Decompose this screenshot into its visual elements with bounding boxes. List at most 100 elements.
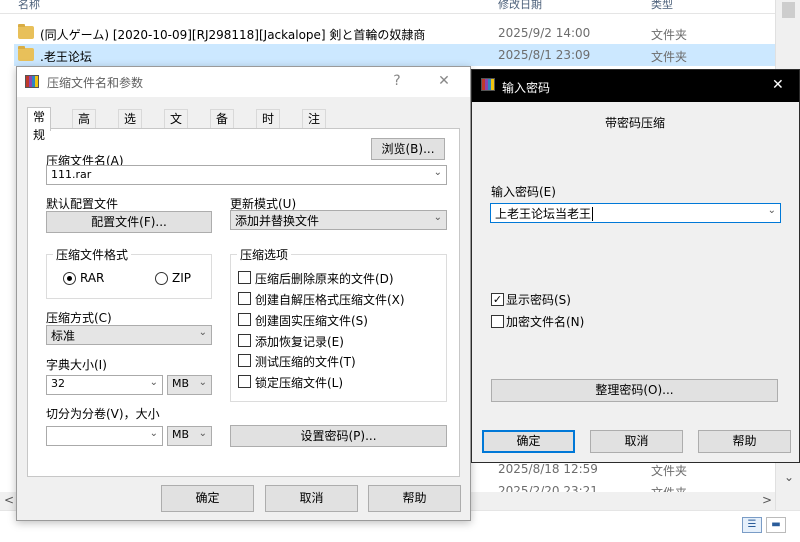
dict-unit-value: MB	[172, 377, 190, 390]
chevron-down-icon[interactable]: ⌄	[199, 377, 207, 388]
option-delete-checkbox[interactable]	[238, 271, 251, 284]
show-password-label[interactable]: 显示密码(S)	[506, 291, 571, 308]
general-tab-page: 压缩文件名(A) 浏览(B)... 111.rar ⌄ 默认配置文件 配置文件(…	[27, 128, 460, 477]
archive-dialog-title: 压缩文件名和参数	[47, 76, 144, 90]
format-rar-radio[interactable]	[63, 272, 76, 285]
option-test-label[interactable]: 测试压缩的文件(T)	[255, 353, 356, 370]
method-select[interactable]: 标准 ⌄	[46, 325, 212, 345]
option-lock-checkbox[interactable]	[238, 375, 251, 388]
scroll-left-arrow[interactable]: <	[4, 493, 14, 507]
option-sfx-checkbox[interactable]	[238, 292, 251, 305]
chevron-down-icon[interactable]: ⌄	[150, 377, 158, 388]
scrollbar-thumb[interactable]	[782, 2, 795, 18]
file-date: 2025/9/2 14:00	[498, 26, 591, 40]
dict-size-value: 32	[51, 377, 65, 390]
password-cancel-button[interactable]: 取消	[590, 430, 683, 453]
help-button[interactable]: 帮助	[368, 485, 461, 512]
winrar-icon	[25, 75, 39, 88]
large-icons-view-icon[interactable]: ▬	[766, 517, 786, 533]
file-row[interactable]: (同人ゲーム) [2020-10-09][RJ298118][Jackalope…	[14, 22, 775, 44]
archive-name-input[interactable]: 111.rar ⌄	[46, 165, 447, 185]
tab-backup[interactable]: 备份	[210, 109, 235, 144]
password-input-label: 输入密码(E)	[491, 185, 556, 199]
tab-general[interactable]: 常规	[27, 107, 52, 142]
archive-dialog: 压缩文件名和参数 ? ✕ 常规 高级 选项 文件 备份 时间 注释 压缩文件名(…	[16, 66, 471, 521]
winrar-icon	[481, 78, 495, 91]
cancel-button[interactable]: 取消	[265, 485, 358, 512]
option-delete-label[interactable]: 压缩后删除原来的文件(D)	[255, 270, 394, 287]
dict-unit-select[interactable]: MB ⌄	[167, 375, 212, 395]
details-view-icon[interactable]: ☰	[742, 517, 762, 533]
file-row-selected[interactable]: .老王论坛 2025/8/1 23:09 文件夹	[14, 44, 775, 66]
option-test-checkbox[interactable]	[238, 354, 251, 367]
split-label: 切分为分卷(V)，大小	[46, 407, 160, 421]
file-type: 文件夹	[651, 28, 688, 42]
option-recovery-label[interactable]: 添加恢复记录(E)	[255, 333, 344, 350]
tab-time[interactable]: 时间	[256, 109, 281, 144]
password-help-button[interactable]: 帮助	[698, 430, 791, 453]
archive-name-value: 111.rar	[51, 168, 92, 181]
help-icon[interactable]: ?	[386, 71, 408, 91]
dict-label: 字典大小(I)	[46, 358, 107, 372]
password-ok-button[interactable]: 确定	[482, 430, 575, 453]
chevron-down-icon[interactable]: ⌄	[150, 428, 158, 439]
format-rar-label[interactable]: RAR	[80, 271, 104, 285]
password-value: 上老王论坛当老王	[495, 207, 592, 221]
tab-advanced[interactable]: 高级	[72, 109, 97, 144]
password-dialog-titlebar[interactable]: 输入密码 ✕	[472, 70, 799, 102]
file-type: 文件夹	[651, 484, 687, 492]
tab-options[interactable]: 选项	[118, 109, 143, 144]
password-input[interactable]: 上老王论坛当老王 ⌄	[490, 203, 781, 223]
format-zip-radio[interactable]	[155, 272, 168, 285]
format-zip-label[interactable]: ZIP	[172, 271, 191, 285]
option-sfx-label[interactable]: 创建自解压格式压缩文件(X)	[255, 291, 405, 308]
file-date: 2025/8/1 23:09	[498, 48, 591, 62]
split-size-input[interactable]: ⌄	[46, 426, 163, 446]
close-icon[interactable]: ✕	[433, 71, 455, 91]
close-icon[interactable]: ✕	[772, 77, 784, 93]
chevron-down-icon[interactable]: ⌄	[434, 212, 442, 223]
show-password-checkbox[interactable]: ✓	[491, 293, 504, 306]
archive-dialog-titlebar[interactable]: 压缩文件名和参数 ? ✕	[17, 67, 470, 97]
password-panel: 带密码压缩 输入密码(E) 上老王论坛当老王 ⌄ ✓ 显示密码(S) 加密文件名…	[481, 110, 792, 484]
options-group: 压缩选项 压缩后删除原来的文件(D) 创建自解压格式压缩文件(X) 创建固实压缩…	[230, 246, 447, 402]
tab-comment[interactable]: 注释	[302, 109, 327, 144]
option-recovery-checkbox[interactable]	[238, 334, 251, 347]
chevron-down-icon[interactable]: ⌄	[199, 327, 207, 338]
column-name[interactable]: 名称	[18, 0, 40, 12]
encrypt-names-label[interactable]: 加密文件名(N)	[506, 313, 584, 330]
chevron-down-icon[interactable]: ⌄	[434, 167, 442, 178]
option-solid-label[interactable]: 创建固实压缩文件(S)	[255, 312, 368, 329]
file-name: .老王论坛	[40, 50, 92, 64]
update-mode-value: 添加并替换文件	[235, 214, 320, 228]
set-password-button[interactable]: 设置密码(P)...	[230, 425, 447, 447]
chevron-down-icon[interactable]: ⌄	[199, 428, 207, 439]
format-group: 压缩文件格式 RAR ZIP	[46, 246, 212, 299]
password-dialog: 输入密码 ✕ 带密码压缩 输入密码(E) 上老王论坛当老王 ⌄ ✓ 显示密码(S…	[471, 69, 800, 463]
column-type[interactable]: 类型	[651, 0, 673, 12]
dict-size-select[interactable]: 32 ⌄	[46, 375, 163, 395]
encrypt-names-checkbox[interactable]	[491, 315, 504, 328]
scroll-right-arrow[interactable]: >	[762, 493, 772, 507]
browse-button[interactable]: 浏览(B)...	[371, 138, 445, 160]
option-lock-label[interactable]: 锁定压缩文件(L)	[255, 374, 343, 391]
password-heading: 带密码压缩	[605, 116, 666, 130]
options-group-title: 压缩选项	[237, 246, 292, 263]
file-date: 2025/2/20 23:21	[498, 484, 598, 492]
option-solid-checkbox[interactable]	[238, 313, 251, 326]
folder-icon	[18, 24, 34, 39]
column-header: 名称 修改日期 类型	[0, 0, 775, 14]
format-group-title: 压缩文件格式	[53, 246, 132, 263]
column-date[interactable]: 修改日期	[498, 0, 542, 12]
file-type: 文件夹	[651, 50, 688, 64]
password-dialog-title: 输入密码	[502, 81, 551, 95]
method-label: 压缩方式(C)	[46, 311, 112, 325]
manage-passwords-button[interactable]: 整理密码(O)...	[491, 379, 778, 402]
method-value: 标准	[51, 329, 76, 343]
chevron-down-icon[interactable]: ⌄	[768, 205, 776, 216]
split-unit-select[interactable]: MB ⌄	[167, 426, 212, 446]
update-mode-select[interactable]: 添加并替换文件 ⌄	[230, 210, 447, 230]
tab-files[interactable]: 文件	[164, 109, 189, 144]
ok-button[interactable]: 确定	[161, 485, 254, 512]
profile-button[interactable]: 配置文件(F)...	[46, 211, 212, 233]
